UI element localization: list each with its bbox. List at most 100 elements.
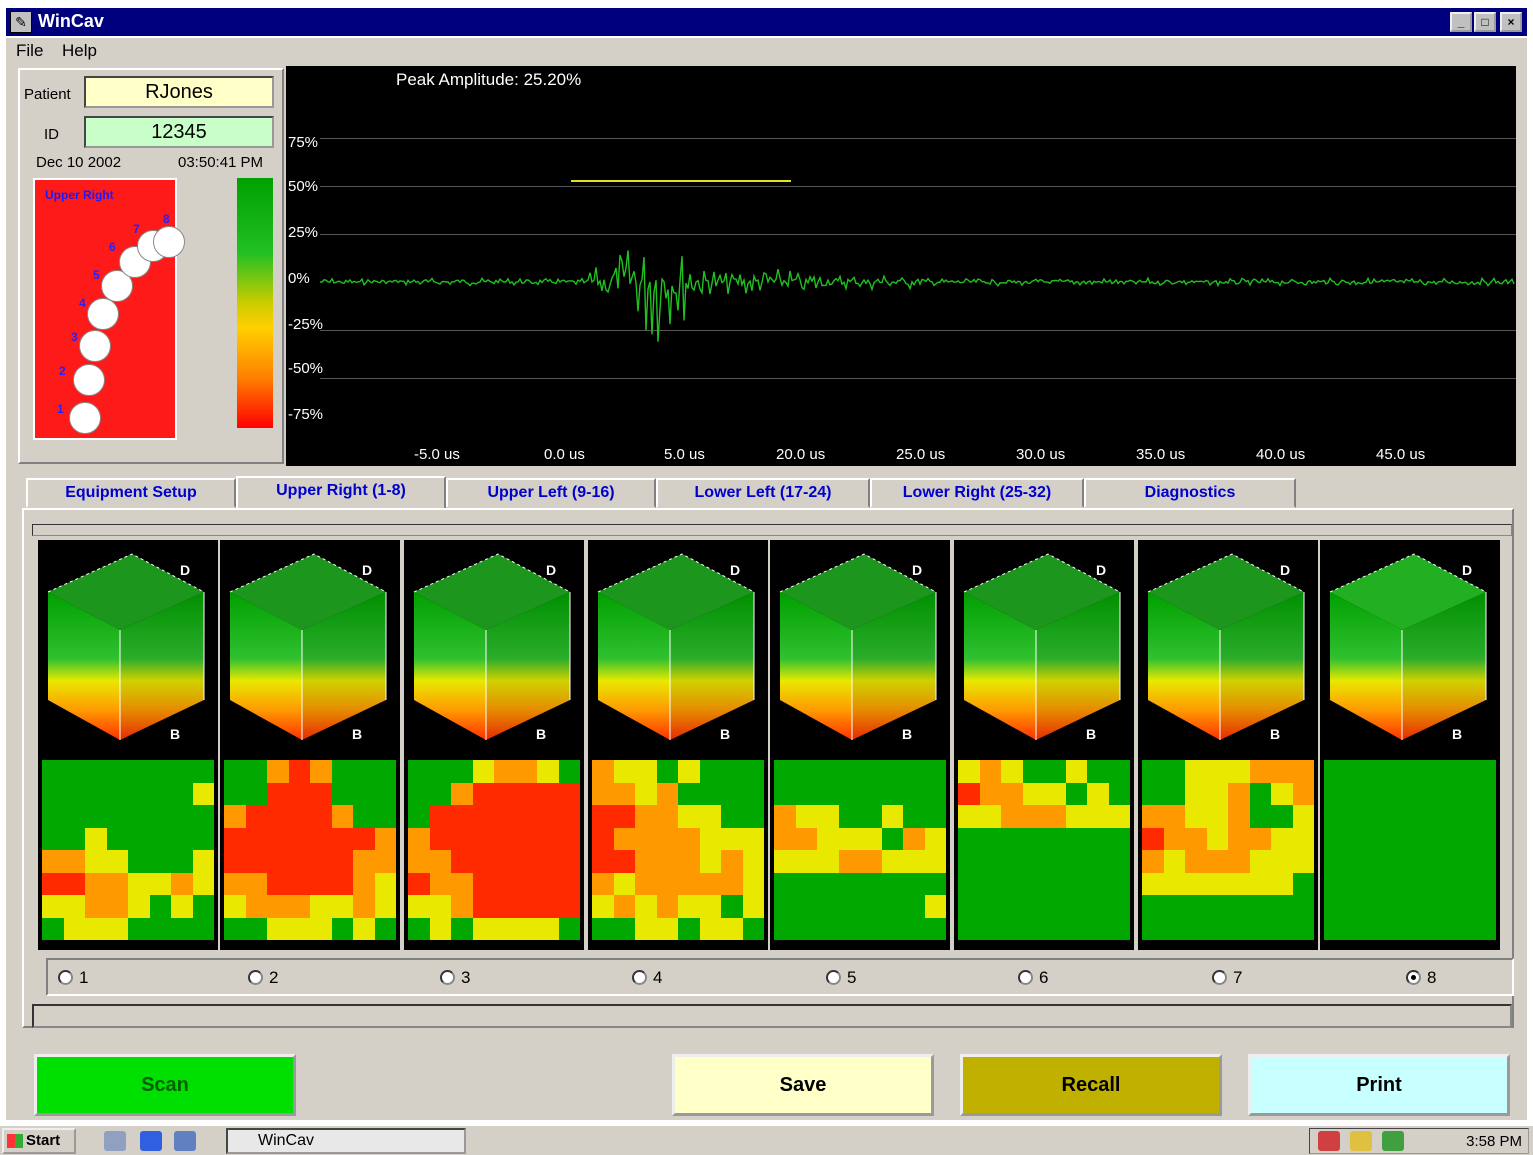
- heat-cell: [1163, 760, 1185, 783]
- tray-icon[interactable]: [1318, 1131, 1340, 1151]
- heat-cell: [1163, 872, 1185, 895]
- heat-cell: [958, 850, 980, 873]
- heat-cell: [613, 760, 635, 783]
- heat-cell: [742, 760, 764, 783]
- print-button[interactable]: Print: [1248, 1054, 1510, 1116]
- tooth-shape-4[interactable]: [87, 298, 119, 330]
- tab-equipment-setup[interactable]: Equipment Setup: [26, 478, 236, 508]
- tooth-radio-7[interactable]: 7: [1212, 968, 1242, 988]
- save-button[interactable]: Save: [672, 1054, 934, 1116]
- tab-upper-right[interactable]: Upper Right (1-8): [236, 476, 446, 510]
- tab-lower-right[interactable]: Lower Right (25-32): [870, 478, 1084, 508]
- heat-cell: [429, 917, 451, 940]
- heat-cell: [924, 872, 946, 895]
- heat-cell: [224, 895, 246, 918]
- heat-cell: [171, 827, 193, 850]
- tooth-result-2[interactable]: DB: [220, 540, 400, 950]
- cube-axis-label-top: D: [912, 562, 923, 578]
- heat-cell: [817, 760, 839, 783]
- heat-cell: [1367, 895, 1389, 918]
- heat-cell: [537, 850, 559, 873]
- heat-cell: [678, 827, 700, 850]
- tooth-radio-6[interactable]: 6: [1018, 968, 1048, 988]
- tab-diagnostics[interactable]: Diagnostics: [1084, 478, 1296, 508]
- heat-cell: [613, 805, 635, 828]
- heat-cell: [494, 850, 516, 873]
- channels-icon[interactable]: [174, 1131, 196, 1151]
- heat-cell: [408, 895, 430, 918]
- volume-icon[interactable]: [1350, 1131, 1372, 1151]
- tooth-number-3: 3: [71, 330, 78, 344]
- heat-cell: [288, 827, 310, 850]
- heat-cell: [860, 805, 882, 828]
- heat-cell: [1367, 850, 1389, 873]
- tooth-result-5[interactable]: DB: [770, 540, 950, 950]
- maximize-button[interactable]: □: [1474, 12, 1496, 32]
- tooth-result-3[interactable]: DB: [404, 540, 584, 950]
- close-button[interactable]: ×: [1500, 12, 1522, 32]
- tooth-number-2: 2: [59, 364, 66, 378]
- patient-id-field[interactable]: 12345: [84, 116, 274, 148]
- heat-cell: [678, 917, 700, 940]
- tooth-result-8[interactable]: DB: [1320, 540, 1500, 950]
- minimize-button[interactable]: _: [1450, 12, 1472, 32]
- taskbar-wincav-button[interactable]: WinCav: [226, 1128, 466, 1154]
- tooth-radio-3[interactable]: 3: [440, 968, 470, 988]
- heat-cell: [592, 850, 614, 873]
- tooth-result-7[interactable]: DB: [1138, 540, 1318, 950]
- heat-cell: [245, 850, 267, 873]
- tooth-radio-4[interactable]: 4: [632, 968, 662, 988]
- tooth-radio-8[interactable]: 8: [1406, 968, 1436, 988]
- scan-button[interactable]: Scan: [34, 1054, 296, 1116]
- tooth-shape-2[interactable]: [73, 364, 105, 396]
- menu-help[interactable]: Help: [62, 41, 97, 61]
- heat-cell: [128, 895, 150, 918]
- menu-file[interactable]: File: [16, 41, 43, 61]
- tooth-shape-1[interactable]: [69, 402, 101, 434]
- heat-cell: [721, 827, 743, 850]
- tab-lower-left[interactable]: Lower Left (17-24): [656, 478, 870, 508]
- tooth-map[interactable]: Upper Right 1 2 3 4 5 6 7 8: [33, 178, 185, 440]
- heat-cell: [515, 872, 537, 895]
- tooth-number-1: 1: [57, 402, 64, 416]
- heat-cell: [128, 827, 150, 850]
- heat-cell: [656, 872, 678, 895]
- browser-icon[interactable]: [140, 1131, 162, 1151]
- tooth-radio-1[interactable]: 1: [58, 968, 88, 988]
- quadrant-tabs: Equipment Setup Upper Right (1-8) Upper …: [22, 476, 1522, 510]
- heat-cell: [860, 827, 882, 850]
- heat-cell: [192, 805, 214, 828]
- heat-cell: [1185, 850, 1207, 873]
- tooth-shape-8[interactable]: [153, 226, 185, 258]
- tooth-heat-map: [408, 760, 580, 940]
- heat-cell: [774, 872, 796, 895]
- tooth-number-6: 6: [109, 240, 116, 254]
- heat-cell: [1292, 895, 1314, 918]
- tab-upper-left[interactable]: Upper Left (9-16): [446, 478, 656, 508]
- heat-cell: [1324, 850, 1346, 873]
- desktop-icon[interactable]: [104, 1131, 126, 1151]
- patient-name-field[interactable]: RJones: [84, 76, 274, 108]
- tooth-result-1[interactable]: DB: [38, 540, 218, 950]
- heat-cell: [1367, 917, 1389, 940]
- start-button[interactable]: Start: [2, 1128, 76, 1154]
- cube-axis-label-bottom: B: [902, 726, 913, 742]
- tooth-3d-view: [229, 553, 387, 740]
- heat-cell: [128, 760, 150, 783]
- network-icon[interactable]: [1382, 1131, 1404, 1151]
- heat-cell: [106, 805, 128, 828]
- heat-cell: [85, 760, 107, 783]
- patient-id-label: ID: [44, 126, 59, 143]
- tooth-radio-2[interactable]: 2: [248, 968, 278, 988]
- tooth-result-6[interactable]: DB: [954, 540, 1134, 950]
- heat-cell: [838, 782, 860, 805]
- heat-cell: [635, 872, 657, 895]
- recall-button[interactable]: Recall: [960, 1054, 1222, 1116]
- heat-cell: [1044, 760, 1066, 783]
- heat-cell: [1065, 895, 1087, 918]
- cube-axis-label-bottom: B: [720, 726, 731, 742]
- heat-cell: [171, 805, 193, 828]
- tooth-result-4[interactable]: DB: [588, 540, 768, 950]
- tooth-shape-3[interactable]: [79, 330, 111, 362]
- tooth-radio-5[interactable]: 5: [826, 968, 856, 988]
